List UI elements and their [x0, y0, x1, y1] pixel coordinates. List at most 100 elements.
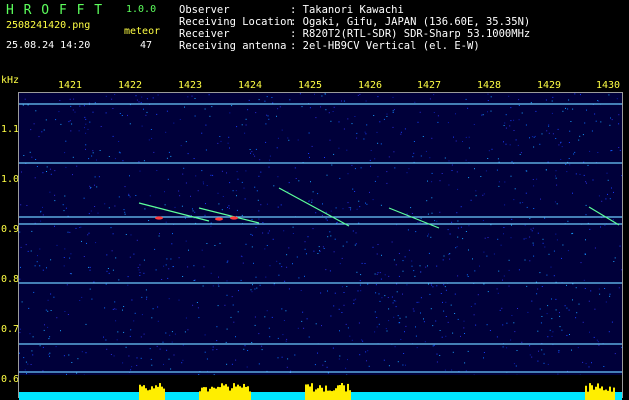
histogram-bar: [275, 395, 277, 400]
noise-speck: [412, 308, 414, 310]
noise-speck: [468, 136, 470, 138]
noise-speck: [217, 305, 219, 307]
histogram-bar: [197, 396, 199, 400]
noise-speck: [498, 185, 500, 187]
noise-speck: [345, 323, 347, 325]
noise-speck: [243, 187, 245, 189]
noise-speck: [113, 355, 115, 357]
noise-speck: [467, 276, 469, 277]
noise-speck: [376, 326, 378, 328]
noise-speck: [597, 341, 599, 343]
noise-speck: [467, 107, 469, 109]
noise-speck: [576, 312, 578, 314]
noise-speck: [537, 232, 539, 234]
y-tick-label: 1.0: [1, 174, 20, 185]
noise-speck: [264, 248, 266, 250]
noise-speck: [483, 357, 484, 359]
noise-speck: [377, 142, 379, 144]
noise-speck: [63, 355, 65, 357]
noise-speck: [315, 212, 317, 214]
noise-speck: [501, 307, 503, 309]
noise-speck: [434, 220, 436, 222]
noise-speck: [182, 173, 184, 175]
noise-speck: [580, 94, 581, 96]
noise-speck: [33, 291, 35, 293]
histogram-bar: [171, 396, 173, 400]
noise-speck: [348, 207, 350, 208]
histogram-bar: [127, 395, 129, 400]
noise-speck: [413, 270, 415, 272]
noise-speck: [206, 358, 208, 360]
noise-speck: [418, 301, 420, 303]
noise-speck: [53, 296, 55, 298]
noise-speck: [55, 346, 57, 348]
noise-speck: [526, 206, 528, 208]
meteor-echo-peak: [215, 217, 223, 221]
noise-speck: [151, 317, 153, 319]
noise-speck: [244, 132, 246, 134]
noise-speck: [183, 167, 185, 169]
noise-speck: [288, 288, 290, 290]
noise-speck: [226, 261, 228, 263]
noise-speck: [309, 107, 311, 109]
noise-speck: [328, 112, 330, 114]
noise-speck: [46, 267, 47, 269]
noise-speck: [226, 363, 228, 365]
noise-speck: [267, 115, 269, 117]
histogram-bar: [339, 385, 341, 400]
noise-speck: [258, 218, 260, 220]
noise-speck: [546, 313, 548, 315]
noise-speck: [561, 329, 563, 331]
noise-speck: [123, 209, 125, 211]
noise-speck: [277, 137, 279, 139]
noise-speck: [210, 225, 212, 227]
noise-speck: [404, 128, 406, 130]
histogram-bar: [25, 396, 27, 400]
noise-speck: [519, 202, 521, 204]
noise-speck: [253, 153, 254, 155]
histogram-bar: [425, 395, 427, 400]
histogram-bar: [621, 395, 622, 400]
histogram-bar: [231, 388, 233, 400]
histogram-bar: [159, 383, 161, 400]
noise-speck: [185, 141, 187, 143]
noise-speck: [585, 363, 587, 365]
noise-speck: [65, 166, 67, 168]
noise-speck: [488, 150, 490, 152]
histogram-bar: [151, 386, 153, 400]
noise-speck: [169, 334, 171, 336]
noise-speck: [228, 207, 230, 209]
noise-speck: [152, 97, 154, 99]
noise-speck: [372, 246, 374, 248]
noise-speck: [69, 98, 71, 100]
noise-speck: [584, 254, 586, 255]
noise-speck: [141, 125, 143, 127]
noise-speck: [257, 199, 259, 201]
noise-speck: [288, 139, 290, 141]
noise-speck: [168, 298, 170, 300]
noise-speck: [246, 366, 248, 368]
noise-speck: [422, 136, 424, 137]
noise-speck: [415, 326, 416, 328]
noise-speck: [255, 112, 257, 114]
noise-speck: [351, 123, 353, 125]
noise-speck: [571, 349, 572, 351]
noise-speck: [405, 325, 407, 327]
noise-speck: [347, 173, 349, 175]
noise-speck: [325, 211, 327, 213]
noise-speck: [585, 214, 587, 216]
noise-speck: [595, 120, 597, 122]
noise-speck: [448, 160, 450, 162]
noise-speck: [350, 209, 351, 211]
histogram-bar: [383, 395, 385, 400]
histogram-bar: [149, 389, 151, 400]
noise-speck: [266, 114, 268, 116]
noise-speck: [23, 357, 25, 359]
noise-speck: [254, 288, 256, 290]
noise-speck: [24, 98, 26, 100]
noise-speck: [321, 325, 322, 327]
noise-speck: [552, 331, 554, 333]
histogram-bar: [323, 391, 325, 400]
histogram-bar: [109, 395, 111, 400]
histogram-bar: [267, 395, 269, 400]
